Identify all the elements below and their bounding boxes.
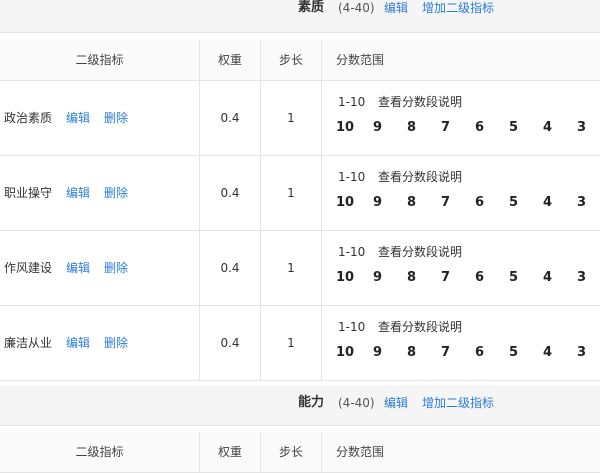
category-score-range: (4-40) [338,1,375,15]
add-subindicator-link[interactable]: 增加二级指标 [422,387,494,419]
score-option[interactable]: 10 [336,120,354,136]
edit-link[interactable]: 编辑 [66,306,90,380]
category-title: 素质 [298,0,325,15]
table-header: 二级指标 权重 步长 分数范围 [0,432,600,473]
delete-link[interactable]: 删除 [104,231,128,305]
subindicator-name: 职业操守 [4,186,53,200]
score-option[interactable]: 5 [509,195,518,211]
score-range-value: 1-10 [338,95,366,109]
subindicator-name: 政治素质 [4,111,53,125]
score-option[interactable]: 5 [509,120,518,136]
score-option[interactable]: 3 [577,345,586,361]
score-option[interactable]: 7 [441,120,450,136]
table-header: 二级指标 权重 步长 分数范围 [0,40,600,81]
score-option[interactable]: 6 [475,195,484,211]
score-option[interactable]: 10 [336,345,354,361]
delete-link[interactable]: 删除 [104,306,128,380]
edit-link[interactable]: 编辑 [66,156,90,230]
column-divider [321,156,322,230]
score-option[interactable]: 5 [509,270,518,286]
edit-link[interactable]: 编辑 [66,81,90,155]
step-value: 1 [287,261,295,275]
column-header-weight: 权重 [200,432,261,472]
weight-value: 0.4 [220,336,240,350]
score-option[interactable]: 9 [373,345,382,361]
column-header-step: 步长 [261,40,322,80]
view-score-explanation-link[interactable]: 查看分数段说明 [378,95,462,109]
score-option[interactable]: 7 [441,270,450,286]
column-header-score-range: 分数范围 [336,53,385,67]
step-value: 1 [287,186,295,200]
step-value: 1 [287,111,295,125]
column-header-weight: 权重 [200,40,261,80]
score-option[interactable]: 4 [543,270,552,286]
column-header-name: 二级指标 [0,40,200,80]
table-row: 政治素质 编辑 删除 0.4 1 1-10 查看分数段说明 10 9 8 7 6 5 4 3 [0,81,600,156]
score-option[interactable]: 6 [475,345,484,361]
score-option[interactable]: 6 [475,270,484,286]
view-score-explanation-link[interactable]: 查看分数段说明 [378,170,462,184]
column-header-step: 步长 [261,432,322,472]
view-score-explanation-link[interactable]: 查看分数段说明 [378,245,462,259]
score-option[interactable]: 7 [441,345,450,361]
subindicator-name: 廉洁从业 [4,336,53,350]
weight-value: 0.4 [220,261,240,275]
category-score-range: (4-40) [338,396,375,410]
score-option[interactable]: 9 [373,120,382,136]
score-option[interactable]: 3 [577,195,586,211]
score-option[interactable]: 8 [407,195,416,211]
column-header-name: 二级指标 [0,432,200,472]
column-divider [321,81,322,155]
table-row: 职业操守 编辑 删除 0.4 1 1-10 查看分数段说明 10 9 8 7 6 5 4 3 [0,156,600,231]
score-range-value: 1-10 [338,170,366,184]
category-title: 能力 [298,395,325,410]
score-option[interactable]: 5 [509,345,518,361]
weight-value: 0.4 [220,111,240,125]
score-option[interactable]: 10 [336,195,354,211]
table-row: 廉洁从业 编辑 删除 0.4 1 1-10 查看分数段说明 10 9 8 7 6 5 4 3 [0,306,600,381]
category-header-suzhi: 素质 (4-40) 编辑 增加二级指标 [0,0,600,33]
weight-value: 0.4 [220,186,240,200]
category-header-nengli: 能力 (4-40) 编辑 增加二级指标 [0,385,600,426]
score-option[interactable]: 4 [543,345,552,361]
column-header-score-range: 分数范围 [336,445,385,459]
category-edit-link[interactable]: 编辑 [384,0,408,24]
delete-link[interactable]: 删除 [104,81,128,155]
score-option[interactable]: 3 [577,120,586,136]
delete-link[interactable]: 删除 [104,156,128,230]
score-option[interactable]: 7 [441,195,450,211]
score-option[interactable]: 6 [475,120,484,136]
table-row: 作风建设 编辑 删除 0.4 1 1-10 查看分数段说明 10 9 8 7 6 5 4 3 [0,231,600,306]
score-range-value: 1-10 [338,320,366,334]
score-option[interactable]: 4 [543,195,552,211]
column-divider [321,306,322,380]
score-option[interactable]: 9 [373,195,382,211]
score-range-value: 1-10 [338,245,366,259]
add-subindicator-link[interactable]: 增加二级指标 [422,0,494,24]
score-option[interactable]: 8 [407,345,416,361]
score-option[interactable]: 8 [407,120,416,136]
edit-link[interactable]: 编辑 [66,231,90,305]
score-option[interactable]: 4 [543,120,552,136]
subindicator-name: 作风建设 [4,261,53,275]
view-score-explanation-link[interactable]: 查看分数段说明 [378,320,462,334]
category-edit-link[interactable]: 编辑 [384,387,408,419]
score-option[interactable]: 9 [373,270,382,286]
score-option[interactable]: 8 [407,270,416,286]
column-divider [321,231,322,305]
score-option[interactable]: 10 [336,270,354,286]
score-option[interactable]: 3 [577,270,586,286]
step-value: 1 [287,336,295,350]
